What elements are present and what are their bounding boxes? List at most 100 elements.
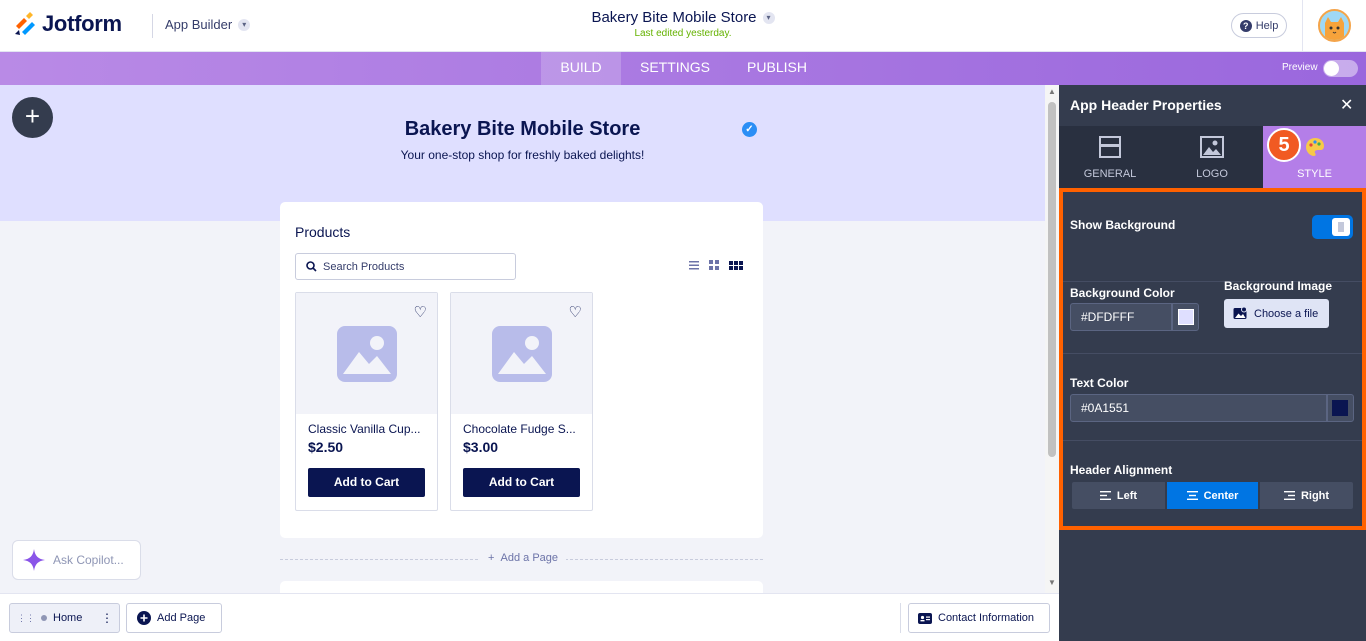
contact-card-icon (918, 612, 932, 624)
list-view-icon[interactable] (689, 260, 699, 270)
toggle-knob (1332, 218, 1350, 236)
align-left-label: Left (1116, 489, 1138, 502)
preview-label: Preview (1282, 62, 1318, 73)
tab-logo-label: LOGO (1196, 168, 1228, 180)
canvas-scrollbar[interactable]: ▲ ▼ (1045, 85, 1059, 593)
tab-logo[interactable]: LOGO (1161, 126, 1263, 188)
search-icon (306, 261, 317, 272)
text-color-input[interactable]: #0A1551 (1070, 394, 1327, 422)
help-label: Help (1255, 19, 1279, 32)
app-title-text: Bakery Bite Mobile Store (591, 9, 757, 26)
question-icon: ? (1239, 19, 1252, 32)
text-color-swatch (1332, 400, 1348, 416)
products-heading: Products (295, 224, 351, 240)
view-toggle (689, 260, 743, 270)
divider (1302, 0, 1303, 52)
plus-circle-icon (137, 611, 151, 625)
product-name: Chocolate Fudge S... (463, 422, 576, 436)
page-tab-home[interactable]: ⋮⋮ Home ⋮ (9, 603, 120, 633)
align-center-label: Center (1203, 489, 1239, 502)
avatar-cat-icon (1320, 11, 1349, 40)
add-page-button[interactable]: Add Page (126, 603, 222, 633)
tab-settings[interactable]: SETTINGS (629, 52, 721, 85)
product-image-placeholder: ♡ (451, 293, 592, 414)
choose-file-button[interactable]: Choose a file (1224, 299, 1329, 328)
background-color-swatch (1178, 309, 1194, 325)
add-to-cart-button[interactable]: Add to Cart (308, 468, 425, 497)
tab-style-label: STYLE (1297, 168, 1332, 180)
contact-information-button[interactable]: Contact Information (908, 603, 1050, 633)
app-canvas: + Bakery Bite Mobile Store ✓ Your one-st… (0, 85, 1045, 593)
compact-grid-view-icon[interactable] (729, 260, 743, 270)
background-color-input[interactable]: #DFDFFF (1070, 303, 1172, 331)
favorite-heart-icon[interactable]: ♡ (569, 303, 582, 321)
close-icon[interactable]: ✕ (1340, 95, 1353, 115)
choose-file-label: Choose a file (1254, 307, 1319, 320)
scrollbar-thumb[interactable] (1048, 102, 1056, 457)
scroll-down-arrow-icon[interactable]: ▼ (1048, 578, 1056, 587)
search-products-input[interactable]: Search Products (295, 253, 516, 280)
app-header[interactable]: + Bakery Bite Mobile Store ✓ Your one-st… (0, 85, 1045, 221)
avatar[interactable] (1318, 9, 1351, 42)
align-left-button[interactable]: Left (1071, 481, 1166, 510)
product-card[interactable]: ♡ Classic Vanilla Cup... $2.50 Add to Ca… (295, 292, 438, 511)
align-right-icon (1283, 491, 1295, 500)
divider (900, 603, 901, 633)
contact-label: Contact Information (938, 612, 1034, 624)
toggle-knob (1324, 61, 1339, 76)
show-background-toggle[interactable] (1312, 215, 1353, 239)
page-dot-icon (41, 615, 47, 621)
chevron-down-icon: ▾ (762, 11, 775, 24)
search-placeholder: Search Products (323, 260, 405, 273)
sparkle-icon (23, 549, 45, 571)
next-page-card[interactable] (280, 581, 763, 593)
properties-panel: App Header Properties ✕ GENERAL LOGO STY… (1059, 85, 1366, 641)
align-center-icon (1186, 491, 1198, 500)
show-background-label: Show Background (1070, 218, 1176, 232)
store-title: Bakery Bite Mobile Store (404, 118, 641, 140)
tab-general-label: GENERAL (1083, 168, 1137, 180)
align-right-label: Right (1300, 489, 1330, 502)
ask-copilot-button[interactable]: Ask Copilot... (12, 540, 141, 580)
scroll-up-arrow-icon[interactable]: ▲ (1048, 87, 1056, 96)
header-alignment-label: Header Alignment (1070, 463, 1173, 477)
app-title[interactable]: Bakery Bite Mobile Store ▾ (591, 9, 775, 26)
store-subtitle: Your one-stop shop for freshly baked del… (400, 148, 645, 162)
add-a-page-label: Add a Page (500, 552, 559, 564)
step-badge: 5 (1267, 128, 1301, 162)
align-center-button[interactable]: Center (1166, 481, 1259, 510)
preview-toggle[interactable] (1323, 60, 1358, 77)
check-icon: ✓ (742, 122, 757, 137)
background-color-label: Background Color (1070, 286, 1175, 300)
copilot-placeholder: Ask Copilot... (53, 553, 124, 567)
more-options-icon[interactable]: ⋮ (101, 611, 113, 625)
home-label: Home (53, 612, 83, 624)
grid-view-icon[interactable] (709, 260, 719, 270)
product-price: $2.50 (308, 439, 344, 455)
text-color-label: Text Color (1070, 376, 1129, 390)
app-title-area: Bakery Bite Mobile Store ▾ Last edited y… (0, 9, 1366, 39)
product-image-placeholder: ♡ (296, 293, 437, 414)
align-right-button[interactable]: Right (1259, 481, 1354, 510)
panel-tabs: GENERAL LOGO STYLE (1059, 126, 1366, 188)
image-upload-icon (1233, 307, 1247, 319)
palette-icon (1305, 138, 1324, 156)
add-a-page-link[interactable]: + Add a Page (480, 552, 567, 564)
product-card[interactable]: ♡ Chocolate Fudge S... $3.00 Add to Cart (450, 292, 593, 511)
align-left-icon (1099, 491, 1111, 500)
add-page-label: Add Page (157, 612, 206, 624)
help-button[interactable]: ? Help (1231, 13, 1287, 38)
background-image-label: Background Image (1224, 279, 1333, 293)
top-bar: Jotform App Builder ▾ Bakery Bite Mobile… (0, 0, 1366, 52)
tab-publish[interactable]: PUBLISH (737, 52, 817, 85)
last-edited-text: Last edited yesterday. (634, 28, 732, 39)
product-price: $3.00 (463, 439, 499, 455)
product-name: Classic Vanilla Cup... (308, 422, 421, 436)
panel-title: App Header Properties (1070, 97, 1222, 113)
add-to-cart-button[interactable]: Add to Cart (463, 468, 580, 497)
tab-build[interactable]: BUILD (541, 52, 621, 85)
favorite-heart-icon[interactable]: ♡ (414, 303, 427, 321)
products-card[interactable]: Products Search Products ♡ Classic Vanil… (280, 202, 763, 538)
tab-general[interactable]: GENERAL (1059, 126, 1161, 188)
drag-handle-icon[interactable]: ⋮⋮ (17, 613, 35, 624)
